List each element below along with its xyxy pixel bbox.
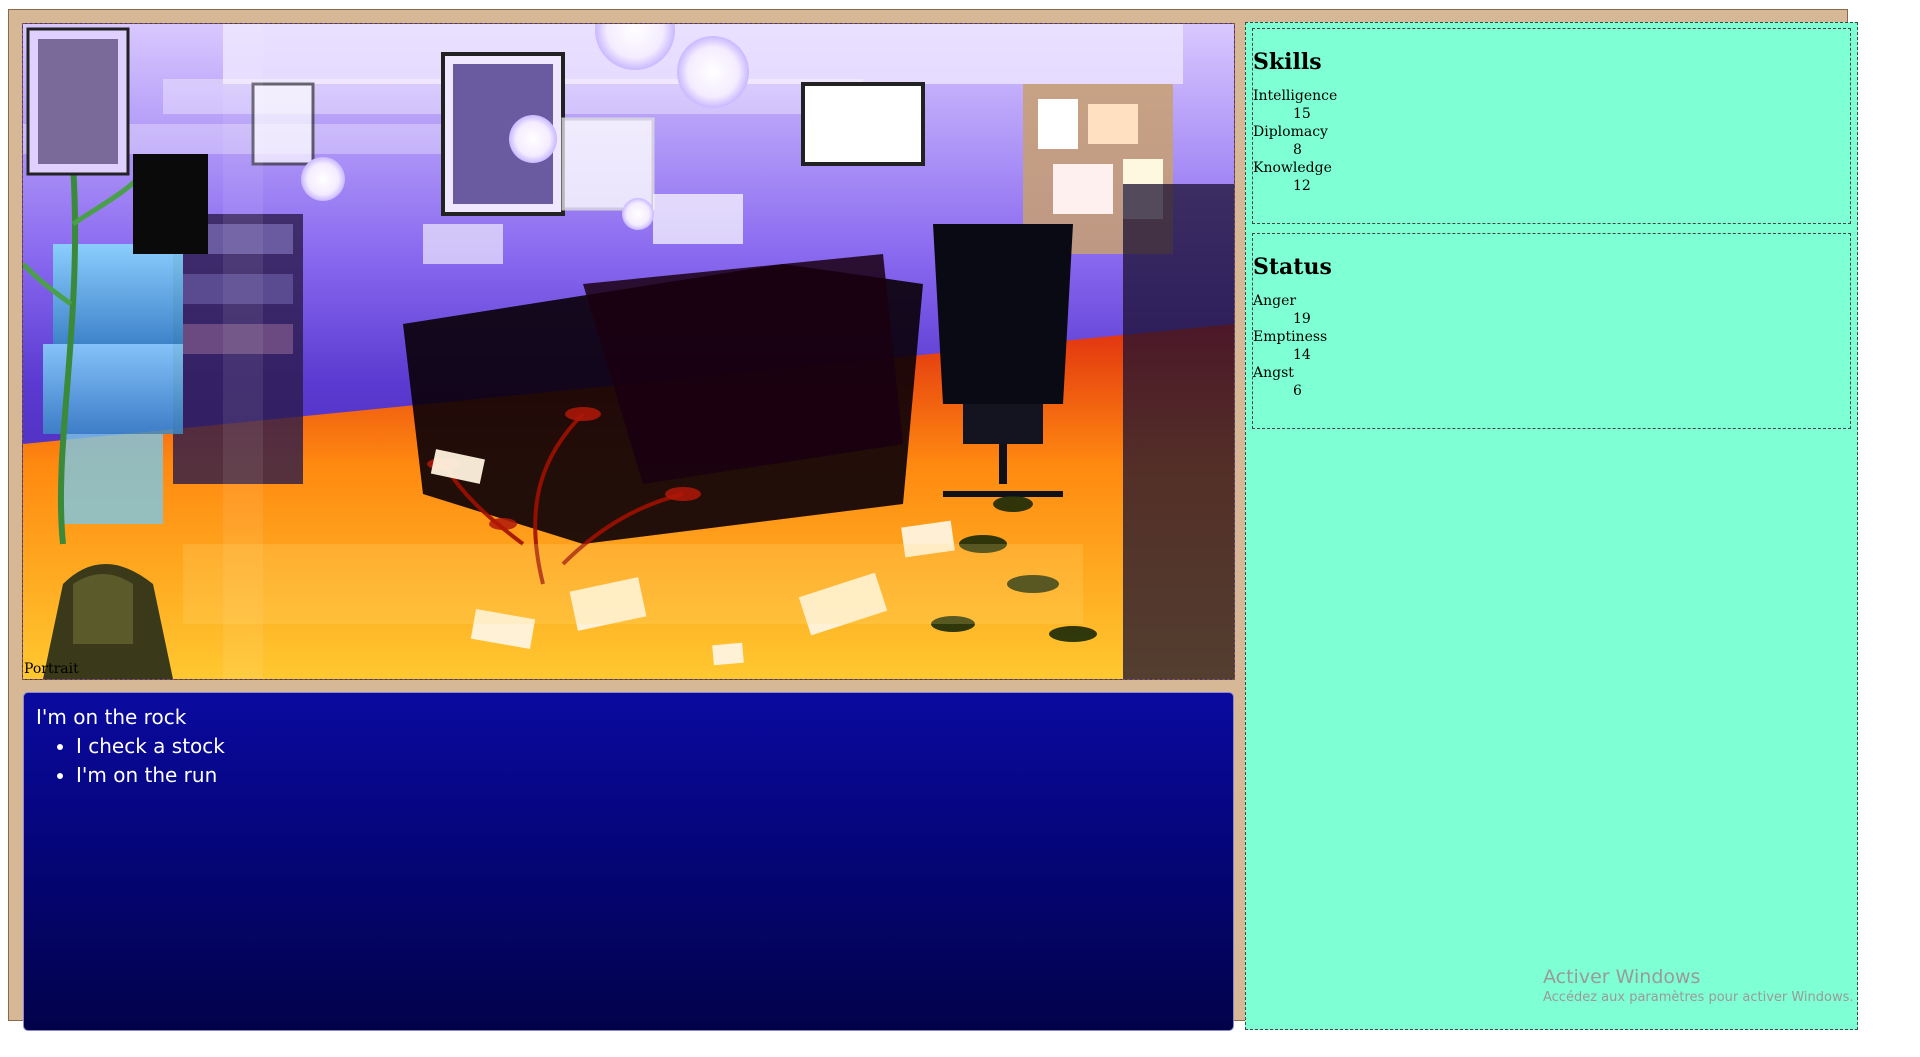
- status-section: Status Anger 19 Emptiness 14 Angst 6: [1252, 233, 1851, 429]
- skill-name: Intelligence: [1253, 88, 1338, 104]
- skill-name: Diplomacy: [1253, 124, 1328, 140]
- status-value: 19: [1293, 311, 1311, 327]
- status-title: Status: [1253, 254, 1332, 280]
- status-value: 6: [1293, 383, 1302, 399]
- dialogue-choice-list: I check a stock I'm on the run: [36, 732, 1221, 790]
- skill-name: Knowledge: [1253, 160, 1332, 176]
- status-row: Emptiness 14: [1253, 328, 1850, 364]
- skill-row: Intelligence 15: [1253, 87, 1850, 123]
- dialogue-choice[interactable]: I'm on the run: [76, 761, 1221, 790]
- status-row: Anger 19: [1253, 292, 1850, 328]
- skill-value: 12: [1293, 178, 1311, 194]
- dialogue-box: I'm on the rock I check a stock I'm on t…: [23, 692, 1234, 1031]
- room-scene-image: [23, 24, 1234, 679]
- skills-section: Skills Intelligence 15 Diplomacy 8 Knowl…: [1252, 28, 1851, 224]
- portrait-label: Portrait: [24, 661, 79, 677]
- watermark-subtitle: Accédez aux paramètres pour activer Wind…: [1543, 990, 1854, 1005]
- watermark-title: Activer Windows: [1543, 966, 1701, 988]
- dialogue-choice[interactable]: I check a stock: [76, 732, 1221, 761]
- status-name: Emptiness: [1253, 329, 1328, 345]
- stats-panel: Skills Intelligence 15 Diplomacy 8 Knowl…: [1245, 22, 1858, 1030]
- skill-row: Knowledge 12: [1253, 159, 1850, 195]
- dialogue-line: I'm on the rock: [36, 705, 187, 729]
- skill-value: 15: [1293, 106, 1311, 122]
- windows-activation-watermark: Activer Windows Accédez aux paramètres p…: [1543, 965, 1854, 1007]
- skill-row: Diplomacy 8: [1253, 123, 1850, 159]
- scene-portrait: Portrait: [22, 23, 1235, 680]
- status-row: Angst 6: [1253, 364, 1850, 400]
- skill-value: 8: [1293, 142, 1302, 158]
- status-name: Anger: [1253, 293, 1297, 309]
- game-frame: Portrait I'm on the rock I check a stock…: [8, 9, 1858, 1031]
- skills-title: Skills: [1253, 49, 1322, 75]
- status-value: 14: [1293, 347, 1311, 363]
- status-name: Angst: [1253, 365, 1294, 381]
